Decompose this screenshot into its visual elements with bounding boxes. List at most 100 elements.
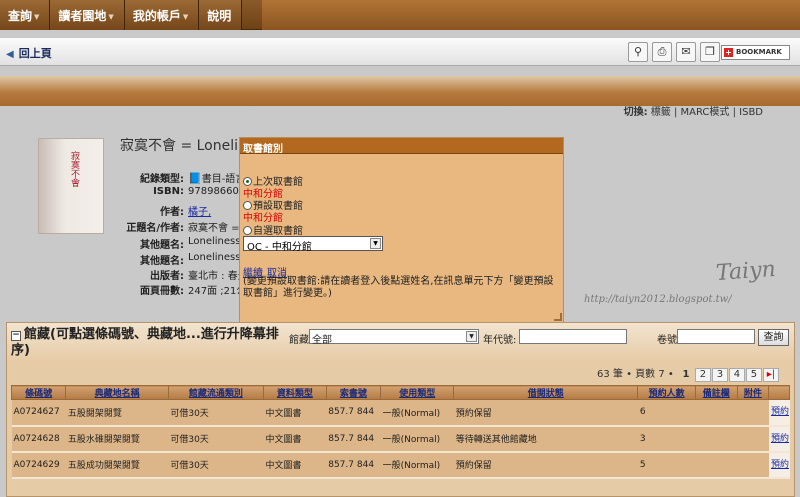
call-number-cell: 857.7 844 bbox=[326, 399, 381, 427]
reserve-link[interactable]: 預約 bbox=[768, 399, 790, 427]
switch-marc[interactable]: MARC模式 bbox=[681, 107, 730, 118]
col-location[interactable]: 典藏地名稱 bbox=[65, 385, 169, 400]
usage-type-cell: 一般(Normal) bbox=[380, 399, 454, 427]
col-note[interactable]: 備註欄 bbox=[694, 385, 738, 400]
table-row: A0724627 五股閱架閱覽 可借30天 中文圖書 857.7 844 一般(… bbox=[11, 399, 790, 427]
nav-fill bbox=[262, 0, 800, 30]
mail-icon[interactable]: ✉ bbox=[676, 42, 696, 62]
library-select[interactable]: OC - 中和分館 ▼ bbox=[243, 236, 383, 253]
chevron-down-icon: ▼ bbox=[466, 331, 477, 342]
resize-grip-icon[interactable] bbox=[554, 313, 562, 321]
pager-info: 63 筆 • 頁數 7 • bbox=[597, 369, 674, 380]
col-barcode[interactable]: 條碼號 bbox=[10, 385, 67, 400]
nav-item-reader[interactable]: 讀者園地 ▼ bbox=[50, 0, 125, 30]
year-input[interactable] bbox=[519, 329, 627, 344]
radio-icon bbox=[243, 226, 252, 235]
nav-item-account[interactable]: 我的帳戶 ▼ bbox=[125, 0, 200, 30]
table-header-row: 條碼號 典藏地名稱 館藏流通類別 資料類型 索書號 使用類型 借閱狀態 預約人數… bbox=[10, 385, 790, 400]
call-number-cell: 857.7 844 bbox=[326, 425, 381, 453]
top-nav-menu: 查詢 ▼ 讀者園地 ▼ 我的帳戶 ▼ 說明 bbox=[0, 0, 243, 30]
circ-type-cell: 可借30天 bbox=[168, 425, 264, 453]
page-5[interactable]: 5 bbox=[745, 368, 762, 382]
location-value: 全部 bbox=[312, 335, 332, 346]
call-number-cell: 857.7 844 bbox=[326, 451, 381, 479]
pager: 63 筆 • 頁數 7 • 1 2 3 4 5 ▸| bbox=[597, 365, 779, 383]
status-cell: 等待轉送其他館藏地 bbox=[453, 425, 638, 453]
banner bbox=[0, 76, 800, 106]
holdings-panel: − 館藏(可點選條碼號、典藏地...進行升降幕排序) 館藏地: 全部 ▼ 年代號: … bbox=[6, 322, 795, 497]
holdings-title-text: 館藏(可點選條碼號、典藏地...進行升降幕排序) bbox=[11, 327, 279, 358]
table-row: A0724628 五股水碓閱架閱覽 可借30天 中文圖書 857.7 844 一… bbox=[11, 425, 790, 453]
nav-label: 說明 bbox=[207, 9, 232, 23]
note-cell bbox=[695, 399, 738, 427]
location-cell: 五股閱架閱覽 bbox=[65, 399, 169, 427]
chevron-down-icon: ▼ bbox=[370, 238, 381, 249]
bookmark-button[interactable]: + BOOKMARK bbox=[721, 45, 790, 60]
year-label: 年代號: bbox=[483, 335, 517, 346]
export-icon[interactable]: ❐ bbox=[700, 42, 720, 62]
page-1[interactable]: 1 bbox=[678, 369, 694, 383]
col-circ-type[interactable]: 館藏流通類別 bbox=[167, 385, 265, 400]
usage-type-cell: 一般(Normal) bbox=[380, 451, 454, 479]
barcode-cell: A0724627 bbox=[11, 399, 66, 427]
status-cell: 預約保留 bbox=[453, 399, 638, 427]
search-button[interactable]: 查詢 bbox=[758, 329, 789, 346]
collapse-icon[interactable]: − bbox=[11, 331, 21, 341]
page-3[interactable]: 3 bbox=[711, 368, 728, 382]
chevron-down-icon: ▼ bbox=[182, 12, 189, 21]
radio-custom-library[interactable]: 自選取書館 bbox=[243, 222, 303, 237]
reserve-link[interactable]: 預約 bbox=[768, 425, 790, 453]
last-page-icon[interactable]: ▸| bbox=[762, 368, 779, 382]
status-cell: 預約保留 bbox=[453, 451, 638, 479]
material-type-cell: 中文圖書 bbox=[263, 451, 327, 479]
other-title-value: Loneliness bbox=[188, 236, 241, 247]
col-hold-count[interactable]: 預約人數 bbox=[637, 385, 696, 400]
circ-type-cell: 可借30天 bbox=[168, 451, 264, 479]
cover-title: 寂寞不會 bbox=[69, 151, 79, 187]
field-label: 出版者: bbox=[150, 271, 184, 282]
field-label: 作者: bbox=[160, 207, 184, 218]
chevron-down-icon: ▼ bbox=[108, 12, 114, 21]
user-search-icon[interactable]: ⚲ bbox=[628, 42, 648, 62]
dialog-note: (變更預設取書館:請在讀者登入後點選姓名,在訊息單元下方「變更預設取書館」進行變… bbox=[243, 276, 554, 299]
field-label: 其他題名: bbox=[140, 256, 184, 267]
volume-input[interactable] bbox=[677, 329, 755, 344]
back-link[interactable]: ◀ 回上頁 bbox=[6, 45, 52, 61]
watermark-url: http://taiyn2012.blogspot.tw/ bbox=[584, 294, 732, 305]
other-title-value: Loneliness bbox=[188, 252, 241, 263]
holdings-title: − 館藏(可點選條碼號、典藏地...進行升降幕排序) bbox=[11, 327, 281, 359]
isbn-value: 978986600 bbox=[188, 186, 246, 197]
barcode-cell: A0724629 bbox=[11, 451, 66, 479]
nav-item-help[interactable]: 說明 bbox=[199, 0, 243, 30]
nav-item-search[interactable]: 查詢 ▼ bbox=[0, 0, 51, 30]
page-2[interactable]: 2 bbox=[694, 368, 711, 382]
location-select[interactable]: 全部 ▼ bbox=[309, 329, 479, 346]
hold-count-cell: 5 bbox=[637, 451, 696, 479]
nav-label: 查詢 bbox=[8, 9, 33, 23]
holdings-table: 條碼號 典藏地名稱 館藏流通類別 資料類型 索書號 使用類型 借閱狀態 預約人數… bbox=[10, 385, 790, 479]
page-4[interactable]: 4 bbox=[728, 368, 745, 382]
col-usage-type[interactable]: 使用類型 bbox=[380, 385, 455, 400]
col-material-type[interactable]: 資料類型 bbox=[263, 385, 327, 400]
nav-label: 讀者園地 bbox=[58, 9, 107, 23]
note-cell bbox=[695, 451, 738, 479]
dialog-title: 取書館別 bbox=[240, 138, 563, 155]
field-label: 正題名/作者: bbox=[126, 223, 184, 234]
switch-label: 切換: bbox=[623, 107, 648, 118]
col-status[interactable]: 借閱狀態 bbox=[453, 385, 639, 400]
table-row: A0724629 五股成功閱架閱覽 可借30天 中文圖書 857.7 844 一… bbox=[11, 451, 790, 479]
switch-tag[interactable]: 標籤 bbox=[651, 107, 671, 118]
col-attachment[interactable]: 附件 bbox=[736, 385, 770, 400]
holdings-header: − 館藏(可點選條碼號、典藏地...進行升降幕排序) 館藏地: 全部 ▼ 年代號: … bbox=[7, 323, 794, 363]
col-call-number[interactable]: 索書號 bbox=[325, 385, 382, 400]
reserve-link[interactable]: 預約 bbox=[768, 451, 790, 479]
watermark-signature: Taiyn bbox=[715, 256, 777, 287]
field-label: 紀錄類型: bbox=[140, 174, 184, 185]
usage-type-cell: 一般(Normal) bbox=[380, 425, 454, 453]
switch-isbd[interactable]: ISBD bbox=[739, 107, 763, 118]
print-icon[interactable]: ⎙ bbox=[652, 42, 672, 62]
location-cell: 五股水碓閱架閱覽 bbox=[65, 425, 169, 453]
author-link[interactable]: 橘子, bbox=[188, 203, 211, 218]
book-icon: 📘 bbox=[188, 172, 202, 185]
book-cover: 寂寞不會 bbox=[38, 138, 104, 234]
